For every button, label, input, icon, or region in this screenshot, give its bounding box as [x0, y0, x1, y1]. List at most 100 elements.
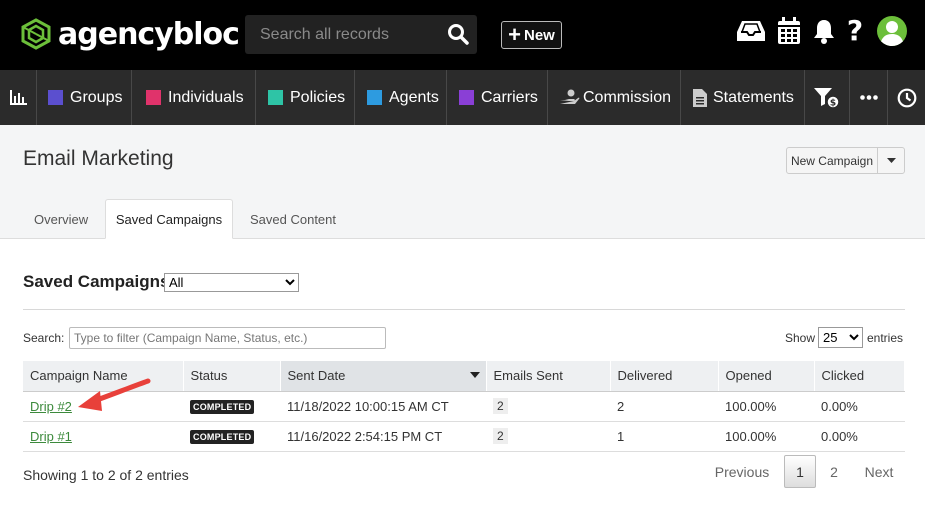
show-label: Show: [785, 331, 816, 345]
entries-label: entries: [867, 331, 904, 345]
nav-label: Groups: [70, 88, 123, 106]
column-header-opened[interactable]: Opened: [718, 361, 815, 392]
page-title: Email Marketing: [23, 147, 174, 170]
campaign-filter-select[interactable]: All: [164, 273, 299, 292]
logo-mark-icon: [21, 18, 51, 50]
emails-sent-cell: 2: [486, 391, 610, 422]
top-bar: agencybloc + New: [0, 0, 925, 70]
emails-sent-count: 2: [493, 428, 508, 444]
sent-date-label: Sent Date: [287, 368, 346, 384]
plus-icon: +: [508, 22, 521, 47]
column-header-emails-sent[interactable]: Emails Sent: [486, 361, 611, 392]
agents-color-icon: [367, 90, 382, 105]
nav-label: Commission: [583, 88, 672, 106]
nav-more[interactable]: [850, 70, 888, 125]
column-header-clicked[interactable]: Clicked: [814, 361, 905, 392]
page-size-select[interactable]: 25: [818, 327, 863, 348]
clicked-cell: 0.00%: [814, 391, 905, 422]
nav-commission[interactable]: Commission: [548, 70, 681, 125]
status-badge: COMPLETED: [190, 430, 255, 444]
nav-label: Carriers: [481, 88, 538, 106]
campaign-link[interactable]: Drip #1: [30, 429, 72, 444]
divider: [23, 309, 905, 310]
groups-color-icon: [48, 90, 63, 105]
table-search-label: Search:: [23, 331, 65, 345]
column-header-delivered[interactable]: Delivered: [610, 361, 719, 392]
nav-label: Policies: [290, 88, 346, 106]
delivered-cell: 2: [610, 391, 718, 422]
tab-overview[interactable]: Overview: [34, 199, 88, 239]
campaign-link[interactable]: Drip #2: [30, 399, 72, 414]
individuals-color-icon: [146, 90, 161, 105]
nav-dashboard[interactable]: [0, 70, 37, 125]
nav-history[interactable]: [888, 70, 925, 125]
document-icon: [693, 88, 707, 107]
new-button-label: New: [524, 26, 555, 44]
status-cell: COMPLETED: [183, 421, 280, 452]
bell-icon[interactable]: [812, 16, 836, 46]
tab-saved-content[interactable]: Saved Content: [250, 199, 336, 239]
clock-icon: [897, 88, 916, 107]
policies-color-icon: [268, 90, 283, 105]
tab-saved-campaigns[interactable]: Saved Campaigns: [105, 199, 233, 239]
nav-filter-commission[interactable]: $: [805, 70, 850, 125]
nav-label: Statements: [713, 88, 794, 106]
more-icon: [859, 95, 878, 100]
main-nav: Groups Individuals Policies Agents Carri…: [0, 70, 925, 125]
nav-groups[interactable]: Groups: [37, 70, 132, 125]
table-row: Drip #1 COMPLETED 11/16/2022 2:54:15 PM …: [23, 421, 905, 452]
hand-money-icon: [560, 89, 580, 104]
caret-down-icon[interactable]: [878, 148, 904, 173]
sort-desc-icon: [469, 372, 480, 378]
emails-sent-cell: 2: [486, 421, 610, 452]
nav-individuals[interactable]: Individuals: [132, 70, 256, 125]
nav-agents[interactable]: Agents: [355, 70, 447, 125]
svg-text:$: $: [830, 98, 836, 108]
new-campaign-label: New Campaign: [787, 148, 878, 173]
logo[interactable]: agencybloc: [20, 16, 240, 52]
status-badge: COMPLETED: [190, 400, 255, 414]
nav-carriers[interactable]: Carriers: [447, 70, 548, 125]
nav-policies[interactable]: Policies: [256, 70, 355, 125]
pagination-previous[interactable]: Previous: [707, 455, 777, 488]
annotation-arrow-icon: [78, 378, 151, 411]
new-campaign-button[interactable]: New Campaign: [786, 147, 905, 174]
clicked-cell: 0.00%: [814, 421, 905, 452]
table-row: Drip #2 COMPLETED 11/18/2022 10:00:15 AM…: [23, 391, 905, 422]
table-info: Showing 1 to 2 of 2 entries: [23, 467, 189, 483]
tab-bar: Overview Saved Campaigns Saved Content: [0, 199, 925, 239]
emails-sent-count: 2: [493, 398, 508, 414]
column-header-sent-date[interactable]: Sent Date: [280, 361, 487, 392]
delivered-cell: 1: [610, 421, 718, 452]
global-search-input[interactable]: [245, 15, 440, 54]
pagination-page-current[interactable]: 1: [784, 455, 816, 488]
new-record-button[interactable]: + New: [501, 21, 562, 49]
help-icon[interactable]: ?: [845, 16, 865, 46]
campaign-name-cell: Drip #1: [23, 421, 183, 452]
sent-date-cell: 11/16/2022 2:54:15 PM CT: [280, 421, 486, 452]
column-header-status[interactable]: Status: [183, 361, 281, 392]
nav-label: Individuals: [168, 88, 244, 106]
opened-cell: 100.00%: [718, 421, 814, 452]
status-cell: COMPLETED: [183, 391, 280, 422]
brand-name: agencybloc: [58, 16, 240, 52]
calendar-icon[interactable]: [776, 16, 802, 46]
pagination-page[interactable]: 2: [820, 455, 848, 488]
section-title: Saved Campaigns: [23, 272, 170, 291]
carriers-color-icon: [459, 90, 474, 105]
user-icon: [880, 21, 904, 46]
sent-date-cell: 11/18/2022 10:00:15 AM CT: [280, 391, 486, 422]
table-header-row: Campaign Name Status Sent Date Emails Se…: [23, 361, 905, 392]
nav-statements[interactable]: Statements: [681, 70, 805, 125]
avatar[interactable]: [877, 16, 907, 46]
pagination-next[interactable]: Next: [856, 455, 902, 488]
filter-dollar-icon: $: [814, 87, 840, 109]
global-search: [245, 15, 477, 54]
bar-chart-icon: [9, 90, 27, 105]
nav-label: Agents: [389, 88, 439, 106]
search-icon[interactable]: [447, 23, 469, 45]
campaigns-table: Campaign Name Status Sent Date Emails Se…: [23, 361, 905, 452]
table-search-input[interactable]: [69, 327, 386, 349]
opened-cell: 100.00%: [718, 391, 814, 422]
inbox-icon[interactable]: [735, 16, 767, 46]
